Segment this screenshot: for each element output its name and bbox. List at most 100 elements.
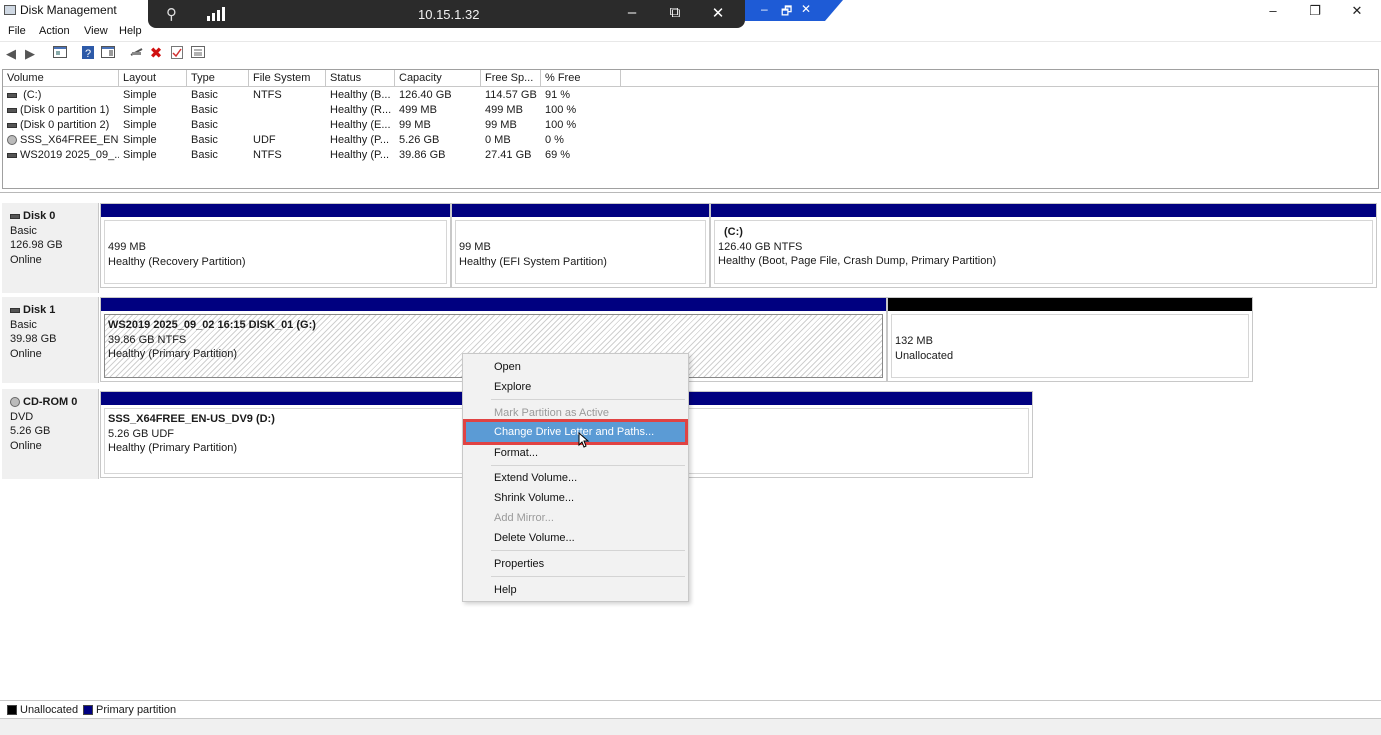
menu-item-delete-volume[interactable]: Delete Volume... — [466, 528, 685, 548]
cd-drive-icon — [10, 397, 20, 408]
table-cell-fs: UDF — [253, 134, 276, 146]
menu-item-explore[interactable]: Explore — [466, 377, 685, 397]
menu-item-shrink-volume[interactable]: Shrink Volume... — [466, 488, 685, 508]
table-cell-fs — [249, 104, 326, 119]
column-header-filler — [621, 70, 1378, 87]
status-bar — [0, 718, 1381, 735]
menu-action[interactable]: Action — [39, 25, 70, 37]
unallocated-space[interactable]: 132 MB Unallocated — [887, 297, 1253, 382]
close-button[interactable]: ✕ — [1337, 0, 1377, 21]
unpin-icon[interactable]: ⚲ — [166, 5, 177, 23]
column-header-status[interactable]: Status — [326, 70, 395, 87]
table-row-volume[interactable]: (Disk 0 partition 2) — [3, 119, 119, 134]
rdp-close-button[interactable]: ✕ — [706, 4, 730, 22]
table-cell-status: Healthy (P... — [330, 149, 390, 161]
legend-unallocated-label: Unallocated — [20, 704, 79, 716]
toolbar: ◀ ▶ ? ✖ — [0, 41, 1381, 65]
menu-item-help[interactable]: Help — [466, 580, 685, 600]
cdrom-0-label[interactable]: CD-ROM 0 DVD 5.26 GB Online — [2, 389, 99, 479]
menu-item-change-drive-letter[interactable]: Change Drive Letter and Paths... — [463, 419, 688, 445]
table-cell-fs: NTFS — [253, 89, 282, 101]
column-header-capacity[interactable]: Capacity — [395, 70, 481, 87]
volume-list[interactable]: Volume Layout Type File System Status Ca… — [2, 69, 1379, 189]
table-row-volume[interactable]: WS2019 2025_09_... — [3, 149, 119, 164]
column-header-free-space[interactable]: Free Sp... — [481, 70, 541, 87]
table-cell-layout: Simple — [123, 149, 157, 161]
table-cell-free: 114.57 GB — [485, 89, 537, 101]
remote-window-tab: – 🗗 ✕ — [745, 0, 845, 21]
table-cell-type: Basic — [191, 104, 218, 116]
disk-icon — [10, 213, 20, 219]
table-cell-capacity: 39.86 GB — [399, 149, 446, 161]
properties-panel-icon[interactable] — [101, 46, 115, 61]
volume-icon — [7, 122, 17, 128]
console-tree-icon[interactable] — [53, 46, 67, 61]
remote-restore-button[interactable]: 🗗 — [781, 2, 792, 23]
disk-management-icon — [4, 5, 16, 15]
rdp-minimize-button[interactable]: – — [620, 4, 644, 21]
menu-separator — [491, 399, 685, 400]
cd-drive-icon — [7, 135, 17, 146]
disk-0-label[interactable]: Disk 0 Basic 126.98 GB Online — [2, 203, 99, 293]
table-row-volume[interactable]: (Disk 0 partition 1) — [3, 104, 119, 119]
partition-c-drive[interactable]: (C:) 126.40 GB NTFS Healthy (Boot, Page … — [710, 203, 1377, 288]
table-cell-free: 0 MB — [485, 134, 511, 146]
table-cell-pct: 100 % — [545, 119, 577, 131]
menu-separator — [491, 576, 685, 577]
signal-strength-icon[interactable] — [207, 7, 229, 21]
menu-bar: File Action View Help — [0, 22, 1381, 40]
table-cell-free: 27.41 GB — [485, 149, 532, 161]
table-cell-free: 499 MB — [485, 104, 523, 116]
menu-file[interactable]: File — [8, 25, 26, 37]
table-cell-pct: 0 % — [545, 134, 564, 146]
table-cell-fs: NTFS — [253, 149, 282, 161]
column-header-volume[interactable]: Volume — [3, 70, 119, 87]
menu-item-format[interactable]: Format... — [466, 443, 685, 463]
menu-help[interactable]: Help — [119, 25, 142, 37]
forward-button[interactable]: ▶ — [23, 46, 37, 61]
rdp-restore-button[interactable]: ⧉ — [663, 4, 687, 21]
check-icon[interactable] — [171, 46, 183, 61]
list-view-icon[interactable] — [191, 46, 205, 61]
remote-close-button[interactable]: ✕ — [801, 2, 811, 16]
column-header-percent-free[interactable]: % Free — [541, 70, 621, 87]
menu-item-open[interactable]: Open — [466, 357, 685, 377]
column-header-layout[interactable]: Layout — [119, 70, 187, 87]
partition-recovery[interactable]: 499 MB Healthy (Recovery Partition) — [100, 203, 451, 288]
volume-icon — [7, 92, 17, 98]
table-cell-capacity: 99 MB — [399, 119, 431, 131]
delete-icon[interactable]: ✖ — [149, 46, 163, 61]
column-header-file-system[interactable]: File System — [249, 70, 326, 87]
menu-item-add-mirror: Add Mirror... — [494, 512, 554, 524]
remote-minimize-button[interactable]: – — [761, 2, 768, 16]
menu-item-extend-volume[interactable]: Extend Volume... — [466, 468, 685, 488]
table-cell-capacity: 126.40 GB — [399, 89, 452, 101]
disk-icon — [10, 307, 20, 313]
partition-efi[interactable]: 99 MB Healthy (EFI System Partition) — [451, 203, 710, 288]
table-cell-capacity: 499 MB — [399, 104, 437, 116]
primary-partition-bar — [452, 204, 709, 217]
column-header-type[interactable]: Type — [187, 70, 249, 87]
table-row-volume[interactable]: SSS_X64FREE_EN-... — [3, 134, 119, 149]
table-cell-status: Healthy (R... — [330, 104, 392, 116]
table-cell-layout: Simple — [123, 119, 157, 131]
disk-1-label[interactable]: Disk 1 Basic 39.98 GB Online — [2, 297, 99, 383]
volume-icon — [7, 152, 17, 158]
legend-primary-label: Primary partition — [96, 704, 177, 716]
help-topics-icon[interactable]: ? — [82, 46, 94, 61]
table-row-volume[interactable]: (C:) — [3, 89, 119, 104]
minimize-button[interactable]: – — [1253, 0, 1293, 21]
back-button[interactable]: ◀ — [4, 46, 18, 61]
window-title: Disk Management — [20, 3, 117, 17]
maximize-button[interactable]: ❐ — [1295, 0, 1335, 21]
remote-tab-edge — [825, 0, 843, 21]
primary-partition-bar — [711, 204, 1376, 217]
table-cell-layout: Simple — [123, 134, 157, 146]
connect-disk-icon[interactable] — [130, 46, 144, 61]
table-cell-type: Basic — [191, 119, 218, 131]
primary-partition-bar — [101, 298, 886, 311]
table-cell-type: Basic — [191, 134, 218, 146]
menu-view[interactable]: View — [84, 25, 108, 37]
menu-separator — [491, 550, 685, 551]
menu-item-properties[interactable]: Properties — [466, 554, 685, 574]
